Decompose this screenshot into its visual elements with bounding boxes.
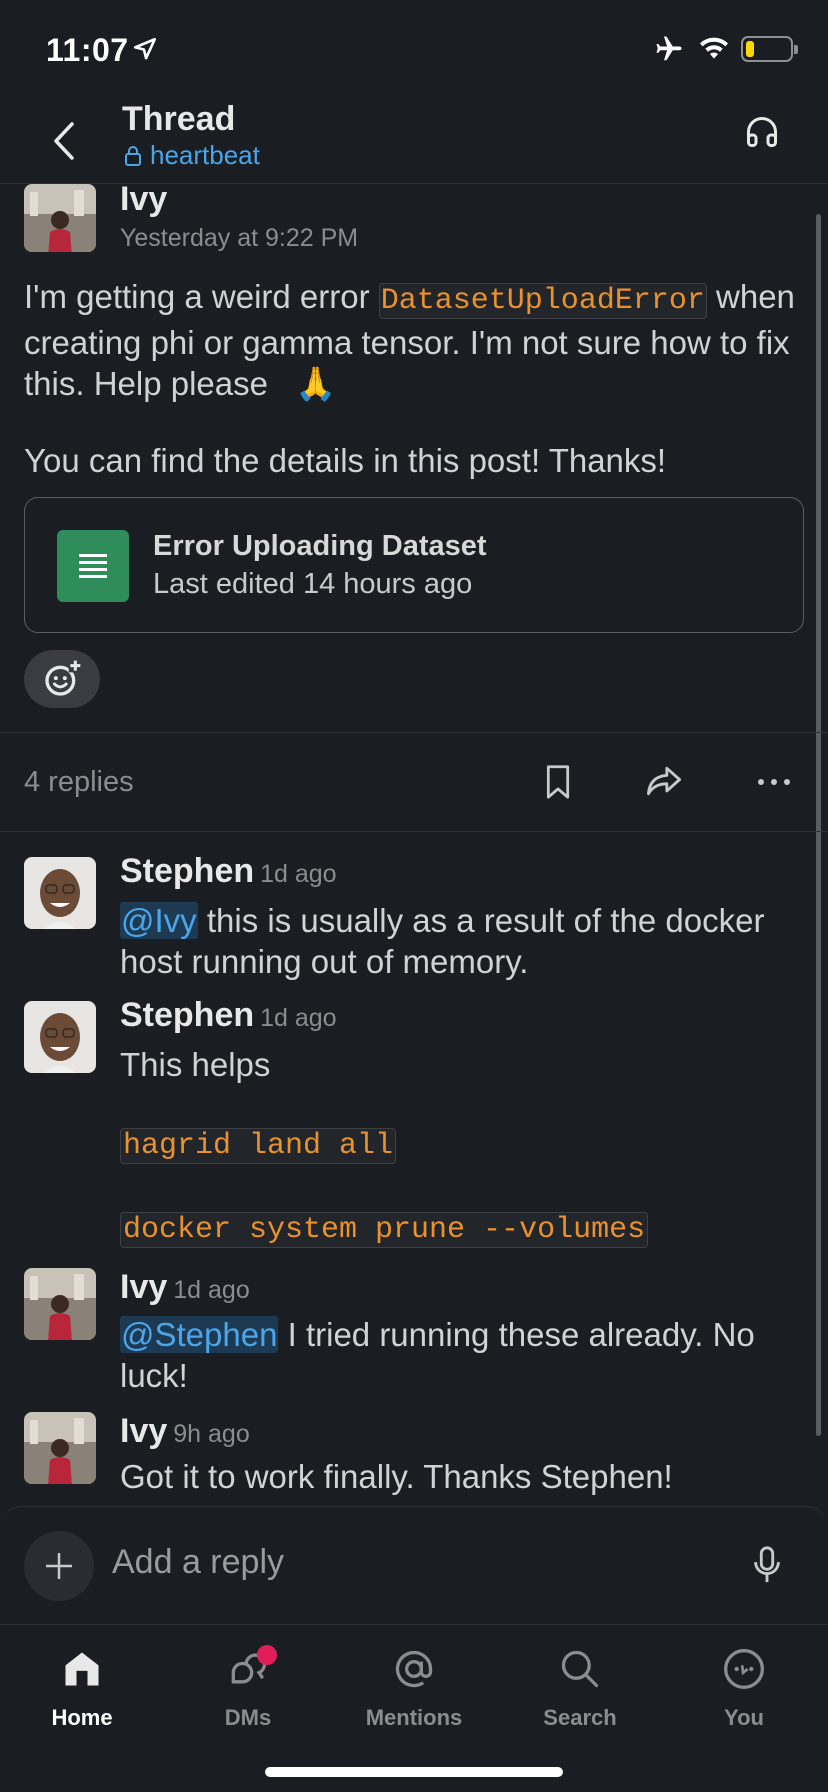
mentions-icon <box>395 1650 433 1688</box>
add-emoji-icon <box>45 659 82 696</box>
tab-mentions[interactable]: Mentions <box>339 1641 489 1741</box>
attachment-title: Error Uploading Dataset <box>153 530 487 562</box>
status-time: 11:07 <box>46 32 129 68</box>
channel-link[interactable]: heartbeat <box>124 140 260 171</box>
tab-label: Search <box>543 1705 617 1730</box>
reply-author[interactable]: Ivy 1d ago <box>120 1268 250 1307</box>
page-title: Thread <box>122 100 236 138</box>
lock-icon <box>125 145 141 166</box>
code-block: hagrid land all <box>120 1128 397 1164</box>
share-icon[interactable] <box>644 764 684 798</box>
avatar-stephen[interactable] <box>24 857 96 929</box>
bookmark-icon[interactable] <box>544 764 572 800</box>
home-icon <box>65 1652 99 1686</box>
battery-level <box>746 41 754 57</box>
airplane-icon <box>656 36 682 61</box>
back-chevron-icon[interactable] <box>50 116 80 166</box>
attach-button[interactable] <box>24 1531 94 1601</box>
reply-text: this is usually as a result of the docke… <box>120 902 765 980</box>
attachment-card[interactable]: Error Uploading Dataset Last edited 14 h… <box>24 497 804 633</box>
tab-label: DMs <box>224 1705 272 1730</box>
thread-header: Thread heartbeat <box>0 100 828 184</box>
mention-link[interactable]: @Stephen <box>120 1316 279 1353</box>
reply-message: @Stephen I tried running these already. … <box>120 1314 810 1396</box>
divider <box>0 831 828 832</box>
more-options-icon[interactable] <box>754 768 794 796</box>
status-bar: 11:07 <box>0 0 828 100</box>
tab-you[interactable]: You <box>669 1641 819 1741</box>
inline-code: DatasetUploadError <box>378 283 707 319</box>
plus-icon <box>46 1553 72 1579</box>
pray-emoji-icon: 🙏 <box>295 365 337 402</box>
reply-time: 1d ago <box>260 1004 337 1032</box>
post-timestamp: Yesterday at 9:22 PM <box>120 224 359 252</box>
reply-text: This helps <box>120 1046 271 1083</box>
reply-time: 1d ago <box>173 1276 250 1304</box>
you-icon <box>724 1649 764 1689</box>
tab-dms[interactable]: DMs <box>173 1641 323 1741</box>
battery-icon <box>741 36 798 62</box>
tab-label: Mentions <box>365 1705 463 1730</box>
channel-name[interactable]: heartbeat <box>150 140 260 171</box>
microphone-icon[interactable] <box>752 1545 782 1585</box>
reply-input[interactable] <box>112 1543 712 1582</box>
location-arrow-icon <box>133 37 157 60</box>
reply-author[interactable]: Ivy 9h ago <box>120 1412 250 1451</box>
post-text-second: You can find the details in this post! T… <box>24 442 667 479</box>
document-icon <box>57 530 129 602</box>
reply-author-name[interactable]: Ivy <box>120 1268 167 1306</box>
add-reaction-button[interactable] <box>24 650 100 708</box>
reply-author[interactable]: Stephen 1d ago <box>120 852 337 891</box>
post-author[interactable]: Ivy <box>120 180 167 219</box>
reply-time: 1d ago <box>260 860 337 888</box>
post-message: I'm getting a weird error DatasetUploadE… <box>24 276 814 404</box>
avatar-ivy[interactable] <box>24 184 96 252</box>
reply-author-name[interactable]: Stephen <box>120 996 254 1034</box>
attachment-subtitle: Last edited 14 hours ago <box>153 568 473 600</box>
avatar-ivy[interactable] <box>24 1412 96 1484</box>
code-block: docker system prune --volumes <box>120 1212 649 1248</box>
tab-home[interactable]: Home <box>7 1641 157 1741</box>
wifi-icon <box>700 37 728 59</box>
avatar-ivy[interactable] <box>24 1268 96 1340</box>
replies-count: 4 replies <box>24 766 134 798</box>
reply-author-name[interactable]: Ivy <box>120 1412 167 1450</box>
tab-label: You <box>724 1705 764 1730</box>
headphones-icon[interactable] <box>744 114 780 150</box>
reply-text: Got it to work finally. Thanks Stephen! <box>120 1458 673 1495</box>
avatar-stephen[interactable] <box>24 1001 96 1073</box>
unread-badge <box>257 1645 277 1665</box>
reply-message: @Ivy this is usually as a result of the … <box>120 900 810 982</box>
scrollbar[interactable] <box>816 214 821 1436</box>
divider <box>0 732 828 733</box>
reply-composer <box>0 1506 828 1624</box>
tab-search[interactable]: Search <box>505 1641 655 1741</box>
reply-author-name[interactable]: Stephen <box>120 852 254 890</box>
mention-link[interactable]: @Ivy <box>120 902 198 939</box>
reply-time: 9h ago <box>173 1420 250 1448</box>
search-icon <box>561 1650 599 1688</box>
reply-author[interactable]: Stephen 1d ago <box>120 996 337 1035</box>
post-text: I'm getting a weird error <box>24 278 379 315</box>
tab-label: Home <box>51 1705 113 1730</box>
home-indicator[interactable] <box>265 1767 563 1777</box>
